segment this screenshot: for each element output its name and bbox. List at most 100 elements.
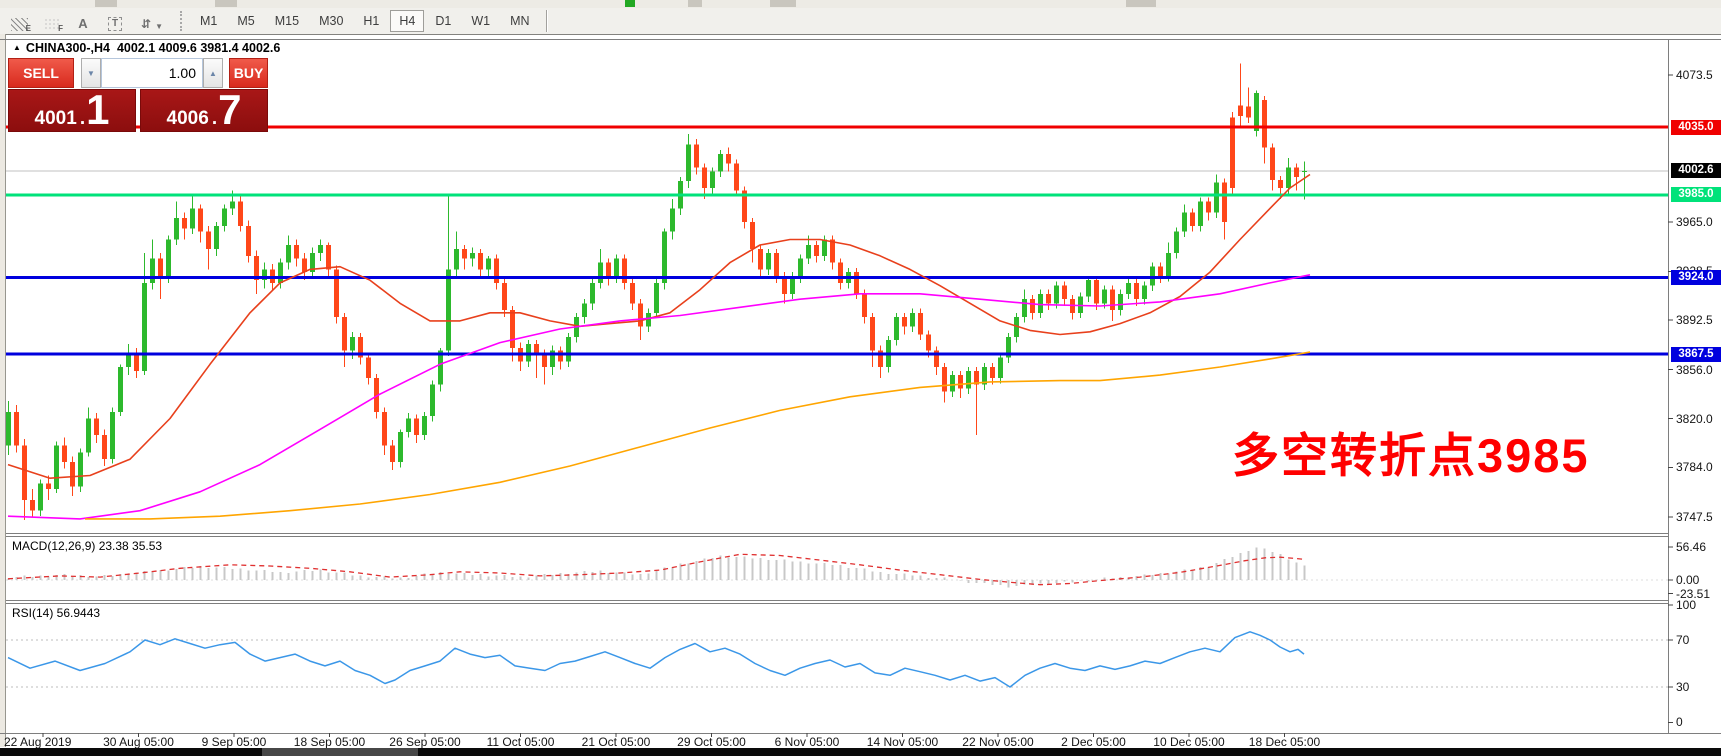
- candle-body: [654, 283, 659, 313]
- candle-body: [86, 419, 91, 453]
- candle-body: [38, 484, 43, 511]
- candle-body: [118, 367, 123, 412]
- candle-body: [870, 317, 875, 351]
- candle-body: [598, 263, 603, 283]
- candle-body: [206, 231, 211, 249]
- candle-body: [278, 263, 283, 283]
- candle-body: [534, 344, 539, 353]
- candle-body: [854, 272, 859, 294]
- date-label: 18 Dec 05:00: [1249, 735, 1320, 749]
- collapse-arrow-icon[interactable]: ▲: [13, 43, 21, 52]
- candle-body: [758, 249, 763, 269]
- candle-body: [54, 446, 59, 489]
- one-click-trading-panel: SELL ▼ 1.00 ▲ BUY 4001.1 4006.7: [8, 58, 268, 132]
- candle-body: [926, 334, 931, 350]
- candle-body: [6, 412, 11, 446]
- candle-body: [1102, 290, 1107, 304]
- candle-body: [454, 249, 459, 269]
- candle-body: [566, 337, 571, 361]
- candle-body: [422, 416, 427, 435]
- candle-body: [918, 313, 923, 335]
- candle-body: [990, 367, 995, 378]
- date-label: 2 Dec 05:00: [1061, 735, 1126, 749]
- candle-body: [806, 245, 811, 259]
- candle-body: [998, 358, 1003, 378]
- price-tick-label: 3856.0: [1676, 363, 1713, 377]
- candle-body: [174, 218, 179, 240]
- candle-body: [1094, 280, 1099, 303]
- date-label: 18 Sep 05:00: [294, 735, 365, 749]
- candle-body: [606, 263, 611, 277]
- candle-body: [1182, 212, 1187, 231]
- candle-body: [366, 358, 371, 378]
- date-label: 11 Oct 05:00: [487, 735, 555, 749]
- candle-body: [1262, 100, 1267, 147]
- candle-body: [1198, 202, 1203, 226]
- candle-body: [414, 419, 419, 435]
- candle-body: [766, 253, 771, 269]
- buy-button[interactable]: BUY: [229, 58, 268, 88]
- volume-down-button[interactable]: ▼: [81, 58, 101, 88]
- price-tick-label: 3784.0: [1676, 460, 1713, 474]
- candle-body: [726, 154, 731, 163]
- candle-body: [1302, 171, 1307, 172]
- candle-body: [502, 283, 507, 310]
- date-label: 30 Aug 05:00: [103, 735, 174, 749]
- date-label: 14 Nov 05:00: [867, 735, 938, 749]
- candle-body: [638, 303, 643, 326]
- candle-body: [1206, 202, 1211, 213]
- candle-body: [438, 351, 443, 385]
- candle-body: [814, 245, 819, 256]
- price-badge: 3924.0: [1671, 270, 1721, 285]
- price-tick-label: 3820.0: [1676, 412, 1713, 426]
- candle-body: [1286, 168, 1291, 188]
- price-tick-label: 4073.5: [1676, 68, 1713, 82]
- candle-body: [1046, 294, 1051, 303]
- candle-body: [902, 317, 907, 326]
- candle-body: [286, 245, 291, 263]
- candle-body: [1054, 286, 1059, 304]
- candle-body: [198, 208, 203, 231]
- price-tick-label: 3747.5: [1676, 510, 1713, 524]
- date-label: 9 Sep 05:00: [202, 735, 267, 749]
- candle-body: [894, 317, 899, 340]
- candle-body: [1126, 283, 1131, 294]
- candle-body: [398, 432, 403, 462]
- price-tick-label: 3892.5: [1676, 313, 1713, 327]
- candle-body: [1222, 183, 1227, 222]
- candle-body: [134, 353, 139, 371]
- candle-body: [798, 259, 803, 277]
- candle-body: [1022, 299, 1027, 317]
- sell-price-quote[interactable]: 4001.1: [8, 89, 136, 132]
- chart-title: ▲CHINA300-,H4 4002.1 4009.6 3981.4 4002.…: [13, 41, 280, 55]
- date-label: 26 Sep 05:00: [389, 735, 460, 749]
- candle-body: [1294, 168, 1299, 177]
- candle-body: [110, 412, 115, 459]
- candle-body: [670, 208, 675, 231]
- candle-body: [558, 351, 563, 362]
- candle-body: [718, 154, 723, 172]
- sell-button[interactable]: SELL: [8, 58, 74, 88]
- buy-price-quote[interactable]: 4006.7: [140, 89, 268, 132]
- candle-body: [150, 259, 155, 283]
- candle-body: [1110, 290, 1115, 310]
- price-badge: 4002.6: [1671, 163, 1721, 178]
- macd-axis-label: 0.00: [1676, 573, 1699, 587]
- candle-body: [510, 310, 515, 348]
- candle-body: [190, 208, 195, 228]
- candle-body: [830, 240, 835, 263]
- volume-up-button[interactable]: ▲: [203, 58, 223, 88]
- candle-body: [294, 245, 299, 259]
- candle-body: [318, 245, 323, 253]
- candle-body: [1078, 297, 1083, 313]
- volume-input[interactable]: 1.00: [101, 58, 203, 88]
- candle-body: [390, 446, 395, 462]
- slow-ma-line: [85, 352, 1310, 519]
- candle-body: [590, 283, 595, 303]
- candle-body: [966, 371, 971, 389]
- candle-body: [30, 500, 35, 511]
- candle-body: [942, 367, 947, 391]
- candle-body: [238, 202, 243, 226]
- date-label: 22 Aug 2019: [4, 735, 71, 749]
- rsi-axis-label: 100: [1676, 598, 1696, 612]
